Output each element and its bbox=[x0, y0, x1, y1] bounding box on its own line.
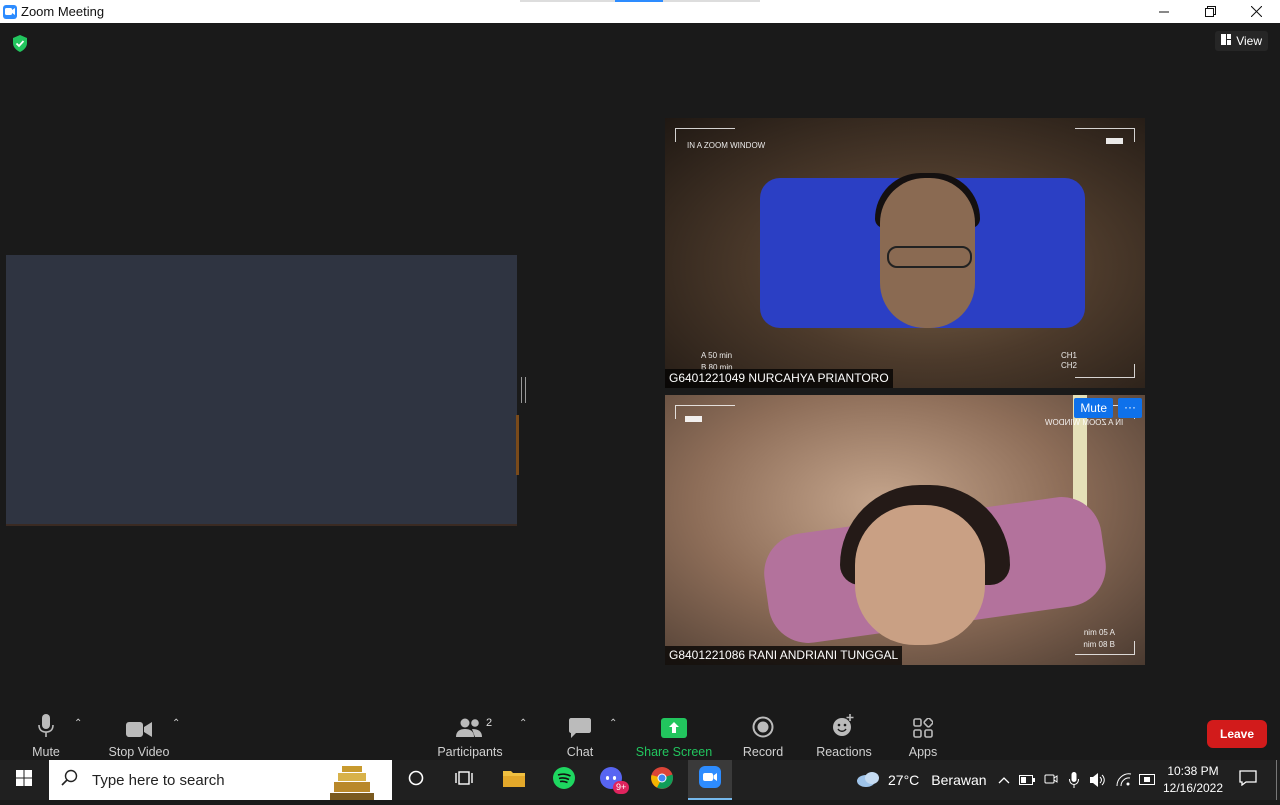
close-button[interactable] bbox=[1233, 0, 1279, 23]
search-icon bbox=[61, 769, 78, 791]
record-button[interactable]: Record bbox=[743, 712, 783, 759]
clock-time: 10:38 PM bbox=[1167, 764, 1219, 778]
participant-name-label: G6401221049 NURCAHYA PRIANTORO bbox=[665, 369, 893, 388]
chat-bubble-icon bbox=[569, 712, 591, 738]
participants-label: Participants bbox=[437, 745, 503, 759]
participant-video-tile[interactable]: IN A ZOOM WINDOW A 50 min B 80 min CH1 C… bbox=[665, 118, 1145, 388]
emoji-plus-icon bbox=[832, 712, 856, 738]
participants-options-caret[interactable]: ⌃ bbox=[519, 718, 527, 729]
record-icon bbox=[752, 712, 774, 738]
taskbar-search-box[interactable]: Type here to search bbox=[49, 760, 392, 800]
display-icon[interactable] bbox=[1136, 760, 1158, 800]
participants-button[interactable]: Participants bbox=[437, 712, 503, 759]
cortana-circle-icon bbox=[408, 770, 424, 791]
restore-button[interactable] bbox=[1187, 0, 1233, 23]
chat-options-caret[interactable]: ⌃ bbox=[609, 718, 617, 729]
microphone-icon bbox=[38, 712, 54, 738]
show-desktop-button[interactable] bbox=[1276, 760, 1280, 800]
view-button[interactable]: View bbox=[1215, 31, 1268, 51]
mute-participant-button[interactable]: Mute bbox=[1074, 398, 1113, 418]
search-placeholder: Type here to search bbox=[92, 771, 225, 789]
folder-icon bbox=[503, 769, 525, 792]
battery-icon[interactable] bbox=[1016, 760, 1038, 800]
participants-icon bbox=[456, 712, 484, 738]
chat-button[interactable]: Chat bbox=[565, 712, 595, 759]
leave-button[interactable]: Leave bbox=[1207, 720, 1267, 748]
battery-icon bbox=[1106, 138, 1123, 144]
wifi-icon[interactable] bbox=[1113, 760, 1135, 800]
mute-button[interactable]: Mute bbox=[29, 712, 63, 759]
clock-date: 12/16/2022 bbox=[1162, 781, 1224, 795]
more-options-button[interactable]: ··· bbox=[1118, 398, 1142, 418]
battery-icon bbox=[685, 416, 702, 422]
view-label: View bbox=[1236, 34, 1262, 48]
apps-icon bbox=[913, 712, 933, 738]
video-options-caret[interactable]: ⌃ bbox=[172, 718, 180, 729]
taskbar-file-explorer[interactable] bbox=[492, 760, 536, 800]
apps-label: Apps bbox=[908, 745, 938, 759]
mute-label: Mute bbox=[32, 745, 60, 759]
start-button[interactable] bbox=[0, 760, 48, 800]
video-overlay-text: IN A ZOOM WINDOW bbox=[687, 141, 766, 150]
meeting-toolbar: Mute ⌃ Stop Video ⌃ Participants 2 ⌃ Cha… bbox=[0, 700, 1280, 760]
reactions-label: Reactions bbox=[816, 745, 872, 759]
shared-screen-video[interactable] bbox=[6, 255, 519, 526]
search-highlight-icon bbox=[330, 766, 374, 805]
task-view-icon bbox=[455, 770, 473, 791]
stop-video-label: Stop Video bbox=[108, 745, 170, 759]
apps-button[interactable]: Apps bbox=[906, 712, 940, 759]
share-screen-label: Share Screen bbox=[635, 745, 713, 759]
taskbar-chrome[interactable] bbox=[640, 760, 684, 800]
taskbar-spotify[interactable] bbox=[542, 760, 586, 800]
window-title: Zoom Meeting bbox=[21, 4, 105, 19]
reactions-button[interactable]: Reactions bbox=[816, 712, 872, 759]
hud-ch1: CH1 bbox=[1061, 351, 1078, 360]
spotify-icon bbox=[553, 766, 575, 794]
task-view-button[interactable] bbox=[442, 760, 486, 800]
hud-timer-a: A 50 min bbox=[701, 351, 733, 360]
window-titlebar: Zoom Meeting bbox=[0, 0, 1280, 23]
weather-widget[interactable]: 27°C Berawan bbox=[856, 760, 987, 800]
windows-logo-icon bbox=[16, 769, 32, 791]
minimize-button[interactable] bbox=[1141, 0, 1187, 23]
hud-timer-a: nim 05 A bbox=[1083, 628, 1115, 637]
zoom-icon bbox=[699, 765, 721, 793]
participant-name-label: G8401221086 RANI ANDRIANI TUNGGAL bbox=[665, 646, 903, 665]
participant-video-tile[interactable]: IN A ZOOM WINDOW nim 05 A nim 08 B Mute … bbox=[665, 395, 1145, 665]
record-label: Record bbox=[742, 745, 784, 759]
taskbar-clock[interactable]: 10:38 PM 12/16/2022 bbox=[1158, 763, 1228, 797]
hud-timer-b: nim 08 B bbox=[1083, 640, 1115, 649]
share-screen-button[interactable]: Share Screen bbox=[635, 712, 713, 759]
view-layout-icon bbox=[1221, 34, 1232, 48]
taskbar-zoom[interactable] bbox=[688, 760, 732, 800]
cloud-icon bbox=[856, 771, 882, 790]
share-screen-icon bbox=[661, 712, 687, 738]
show-hidden-icons-chevron[interactable] bbox=[994, 760, 1014, 800]
taskbar-discord[interactable]: 9+ bbox=[590, 760, 634, 800]
volume-icon[interactable] bbox=[1087, 760, 1109, 800]
resize-handle[interactable] bbox=[521, 377, 526, 403]
video-camera-icon bbox=[126, 712, 152, 738]
zoom-app-icon bbox=[3, 4, 17, 19]
notifications-button[interactable] bbox=[1234, 760, 1262, 800]
microphone-tray-icon[interactable] bbox=[1064, 760, 1084, 800]
chrome-icon bbox=[651, 766, 673, 794]
hud-ch2: CH2 bbox=[1061, 361, 1078, 370]
chat-label: Chat bbox=[566, 745, 594, 759]
stop-video-button[interactable]: Stop Video bbox=[108, 712, 170, 759]
meet-now-icon[interactable] bbox=[1040, 760, 1062, 800]
cortana-button[interactable] bbox=[394, 760, 438, 800]
video-overlay-text: IN A ZOOM WINDOW bbox=[1044, 418, 1123, 427]
audio-options-caret[interactable]: ⌃ bbox=[74, 718, 82, 729]
weather-desc: Berawan bbox=[931, 772, 987, 788]
weather-temp: 27°C bbox=[888, 772, 920, 788]
notification-icon bbox=[1239, 769, 1257, 791]
encryption-shield-icon[interactable] bbox=[12, 35, 28, 57]
windows-taskbar: Type here to search 9+ 27°C Berawan 10:3… bbox=[0, 760, 1280, 800]
title-progress-strip bbox=[520, 0, 760, 2]
meeting-area: View IN A ZOOM WINDOW A 50 min B 80 min … bbox=[0, 23, 1280, 760]
participants-count: 2 bbox=[486, 717, 493, 729]
discord-badge: 9+ bbox=[613, 781, 630, 794]
